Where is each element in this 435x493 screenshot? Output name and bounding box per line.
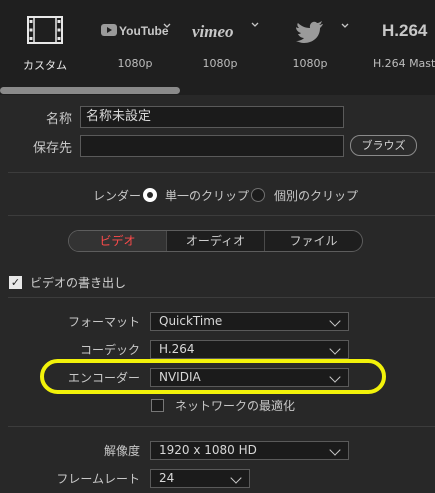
render-individual-radio[interactable]: [251, 188, 265, 202]
vimeo-logo: vimeo: [192, 22, 259, 41]
format-value: QuickTime: [159, 314, 223, 328]
preset-twitter[interactable]: 1080p: [270, 0, 350, 88]
chevron-down-icon: [329, 343, 341, 355]
chevron-down-icon: [230, 472, 242, 484]
framerate-select[interactable]: 24: [150, 469, 250, 488]
preset-custom[interactable]: カスタム: [5, 0, 85, 88]
film-icon: [27, 16, 63, 44]
codec-value: H.264: [159, 342, 195, 356]
chevron-down-icon: [329, 444, 341, 456]
location-field[interactable]: [80, 135, 344, 157]
resolution-select[interactable]: 1920 x 1080 HD: [150, 441, 349, 460]
render-single-label[interactable]: 単一のクリップ: [165, 187, 249, 204]
resolution-value: 1920 x 1080 HD: [159, 443, 257, 457]
preset-h264-label: H.264 Maste: [373, 57, 435, 70]
divider: [8, 426, 435, 427]
render-single-radio[interactable]: [143, 188, 157, 202]
youtube-logo: YouTube: [101, 23, 171, 38]
preset-h264[interactable]: H.264 H.264 Maste: [366, 0, 435, 88]
format-label: フォーマット: [67, 315, 140, 329]
divider: [8, 215, 435, 216]
preset-youtube[interactable]: YouTube 1080p: [95, 0, 175, 88]
preset-scrollbar[interactable]: [0, 87, 180, 94]
tab-audio[interactable]: オーディオ: [166, 231, 264, 251]
preset-twitter-label: 1080p: [292, 57, 328, 70]
export-video-label: ビデオの書き出し: [30, 276, 127, 290]
preset-vimeo-label: 1080p: [202, 57, 238, 70]
network-opt-checkbox[interactable]: [151, 399, 164, 412]
chevron-down-icon: [329, 315, 341, 327]
render-individual-label[interactable]: 個別のクリップ: [274, 187, 358, 204]
framerate-value: 24: [159, 471, 175, 485]
codec-label: コーデック: [79, 343, 140, 357]
preset-youtube-label: 1080p: [117, 57, 153, 70]
export-video-checkbox[interactable]: [9, 276, 22, 289]
twitter-icon: [296, 21, 349, 43]
settings-tabs: ビデオ オーディオ ファイル: [68, 230, 363, 252]
name-label: 名称: [45, 112, 72, 127]
divider: [8, 297, 435, 298]
vimeo-logo-text: vimeo: [192, 22, 234, 41]
tab-file[interactable]: ファイル: [264, 231, 362, 251]
h264-logo: H.264: [382, 21, 428, 40]
divider: [8, 172, 435, 173]
tab-video[interactable]: ビデオ: [69, 231, 166, 251]
format-select[interactable]: QuickTime: [150, 312, 349, 331]
name-field[interactable]: 名称未設定: [80, 106, 344, 128]
preset-custom-label: カスタム: [23, 59, 67, 72]
location-label: 保存先: [32, 141, 72, 156]
resolution-label: 解像度: [103, 444, 140, 458]
render-label: レンダー: [93, 189, 142, 203]
network-opt-label: ネットワークの最適化: [175, 399, 296, 413]
youtube-logo-text: YouTube: [119, 24, 169, 38]
preset-vimeo[interactable]: vimeo 1080p: [180, 0, 260, 88]
encoder-highlight: [40, 359, 386, 394]
browse-button[interactable]: ブラウズ: [350, 135, 417, 156]
framerate-label: フレームレート: [56, 472, 140, 486]
h264-logo-text: H.264: [382, 21, 428, 40]
codec-select[interactable]: H.264: [150, 340, 349, 359]
